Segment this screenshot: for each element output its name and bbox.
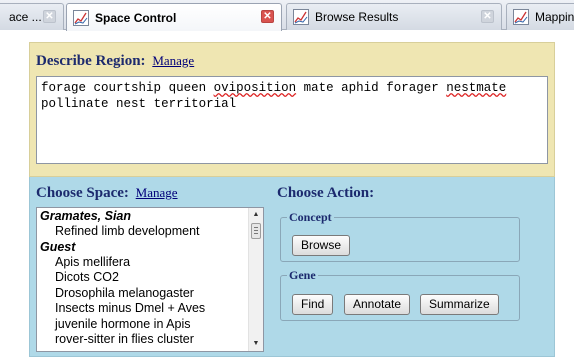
scrollbar-thumb[interactable]: [251, 223, 261, 239]
summarize-button[interactable]: Summarize: [420, 294, 499, 315]
list-item[interactable]: Dicots CO2: [37, 270, 249, 286]
region-word: aphid: [341, 81, 379, 95]
describe-region-title: Describe Region:: [36, 53, 146, 69]
annotate-button[interactable]: Annotate: [344, 294, 411, 315]
tab-label: Browse Results: [315, 10, 399, 24]
concept-group: Concept Browse: [280, 210, 520, 262]
chart-icon: [293, 9, 309, 25]
describe-region-heading: Describe Region: Manage: [36, 53, 194, 70]
tab-space[interactable]: ace ... ✕: [0, 3, 64, 30]
region-word: nestmate: [446, 81, 507, 95]
close-icon[interactable]: ✕: [481, 10, 494, 23]
arrow-down-icon[interactable]: ▼: [249, 337, 263, 351]
region-word: forage: [41, 81, 87, 95]
tab-browse-results[interactable]: Browse Results ✕: [286, 3, 502, 30]
space-list-items: Gramates, Sian Refined limb development …: [37, 208, 249, 348]
tab-mapping[interactable]: Mappin: [506, 3, 574, 30]
describe-region-panel: Describe Region: Manage forage courtship…: [29, 42, 555, 177]
list-item[interactable]: Refined limb development: [37, 224, 249, 240]
region-word: territorial: [153, 97, 237, 111]
region-word: forager: [386, 81, 439, 95]
region-word: queen: [168, 81, 207, 95]
region-word: courtship: [93, 81, 162, 95]
tab-space-control[interactable]: Space Control ✕: [66, 3, 282, 31]
tab-strip: ace ... ✕ Space Control ✕ Browse Results…: [0, 0, 574, 31]
concept-legend: Concept: [289, 210, 332, 224]
choose-space-heading: Choose Space: Manage: [36, 185, 178, 202]
region-word: nest: [116, 97, 147, 111]
list-item[interactable]: rover-sitter in flies cluster: [37, 332, 249, 348]
choose-space-title: Choose Space:: [36, 185, 129, 201]
list-group-header: Guest: [40, 239, 76, 254]
choose-panel: Choose Space: Manage Gramates, Sian Refi…: [29, 177, 555, 357]
chart-icon: [513, 9, 529, 25]
find-button[interactable]: Find: [292, 294, 334, 315]
choose-action-title: Choose Action:: [277, 185, 375, 201]
list-scrollbar[interactable]: ▲ ▼: [248, 208, 263, 351]
browse-button[interactable]: Browse: [292, 235, 351, 256]
space-manage-link[interactable]: Manage: [136, 185, 178, 200]
tab-label: Space Control: [95, 10, 177, 25]
gene-legend: Gene: [289, 268, 316, 282]
list-item[interactable]: juvenile hormone in Apis: [37, 317, 249, 333]
list-item[interactable]: Insects minus Dmel + Aves: [37, 301, 249, 317]
region-text-area[interactable]: forage courtship queen oviposition mate …: [36, 76, 548, 164]
close-icon[interactable]: ✕: [43, 10, 56, 23]
region-word: oviposition: [213, 81, 297, 95]
describe-manage-link[interactable]: Manage: [152, 53, 194, 68]
list-item[interactable]: Apis mellifera: [37, 255, 249, 271]
close-icon[interactable]: ✕: [261, 10, 274, 23]
region-word: pollinate: [41, 97, 109, 111]
arrow-up-icon[interactable]: ▲: [249, 208, 263, 222]
list-item[interactable]: Drosophila melanogaster: [37, 286, 249, 302]
gene-group: Gene Find Annotate Summarize: [280, 268, 520, 321]
chart-icon: [73, 9, 89, 26]
region-word: mate: [303, 81, 334, 95]
tab-label: Mappin: [535, 10, 574, 24]
list-group-header: Gramates, Sian: [40, 209, 132, 223]
space-listbox[interactable]: Gramates, Sian Refined limb development …: [36, 207, 264, 352]
